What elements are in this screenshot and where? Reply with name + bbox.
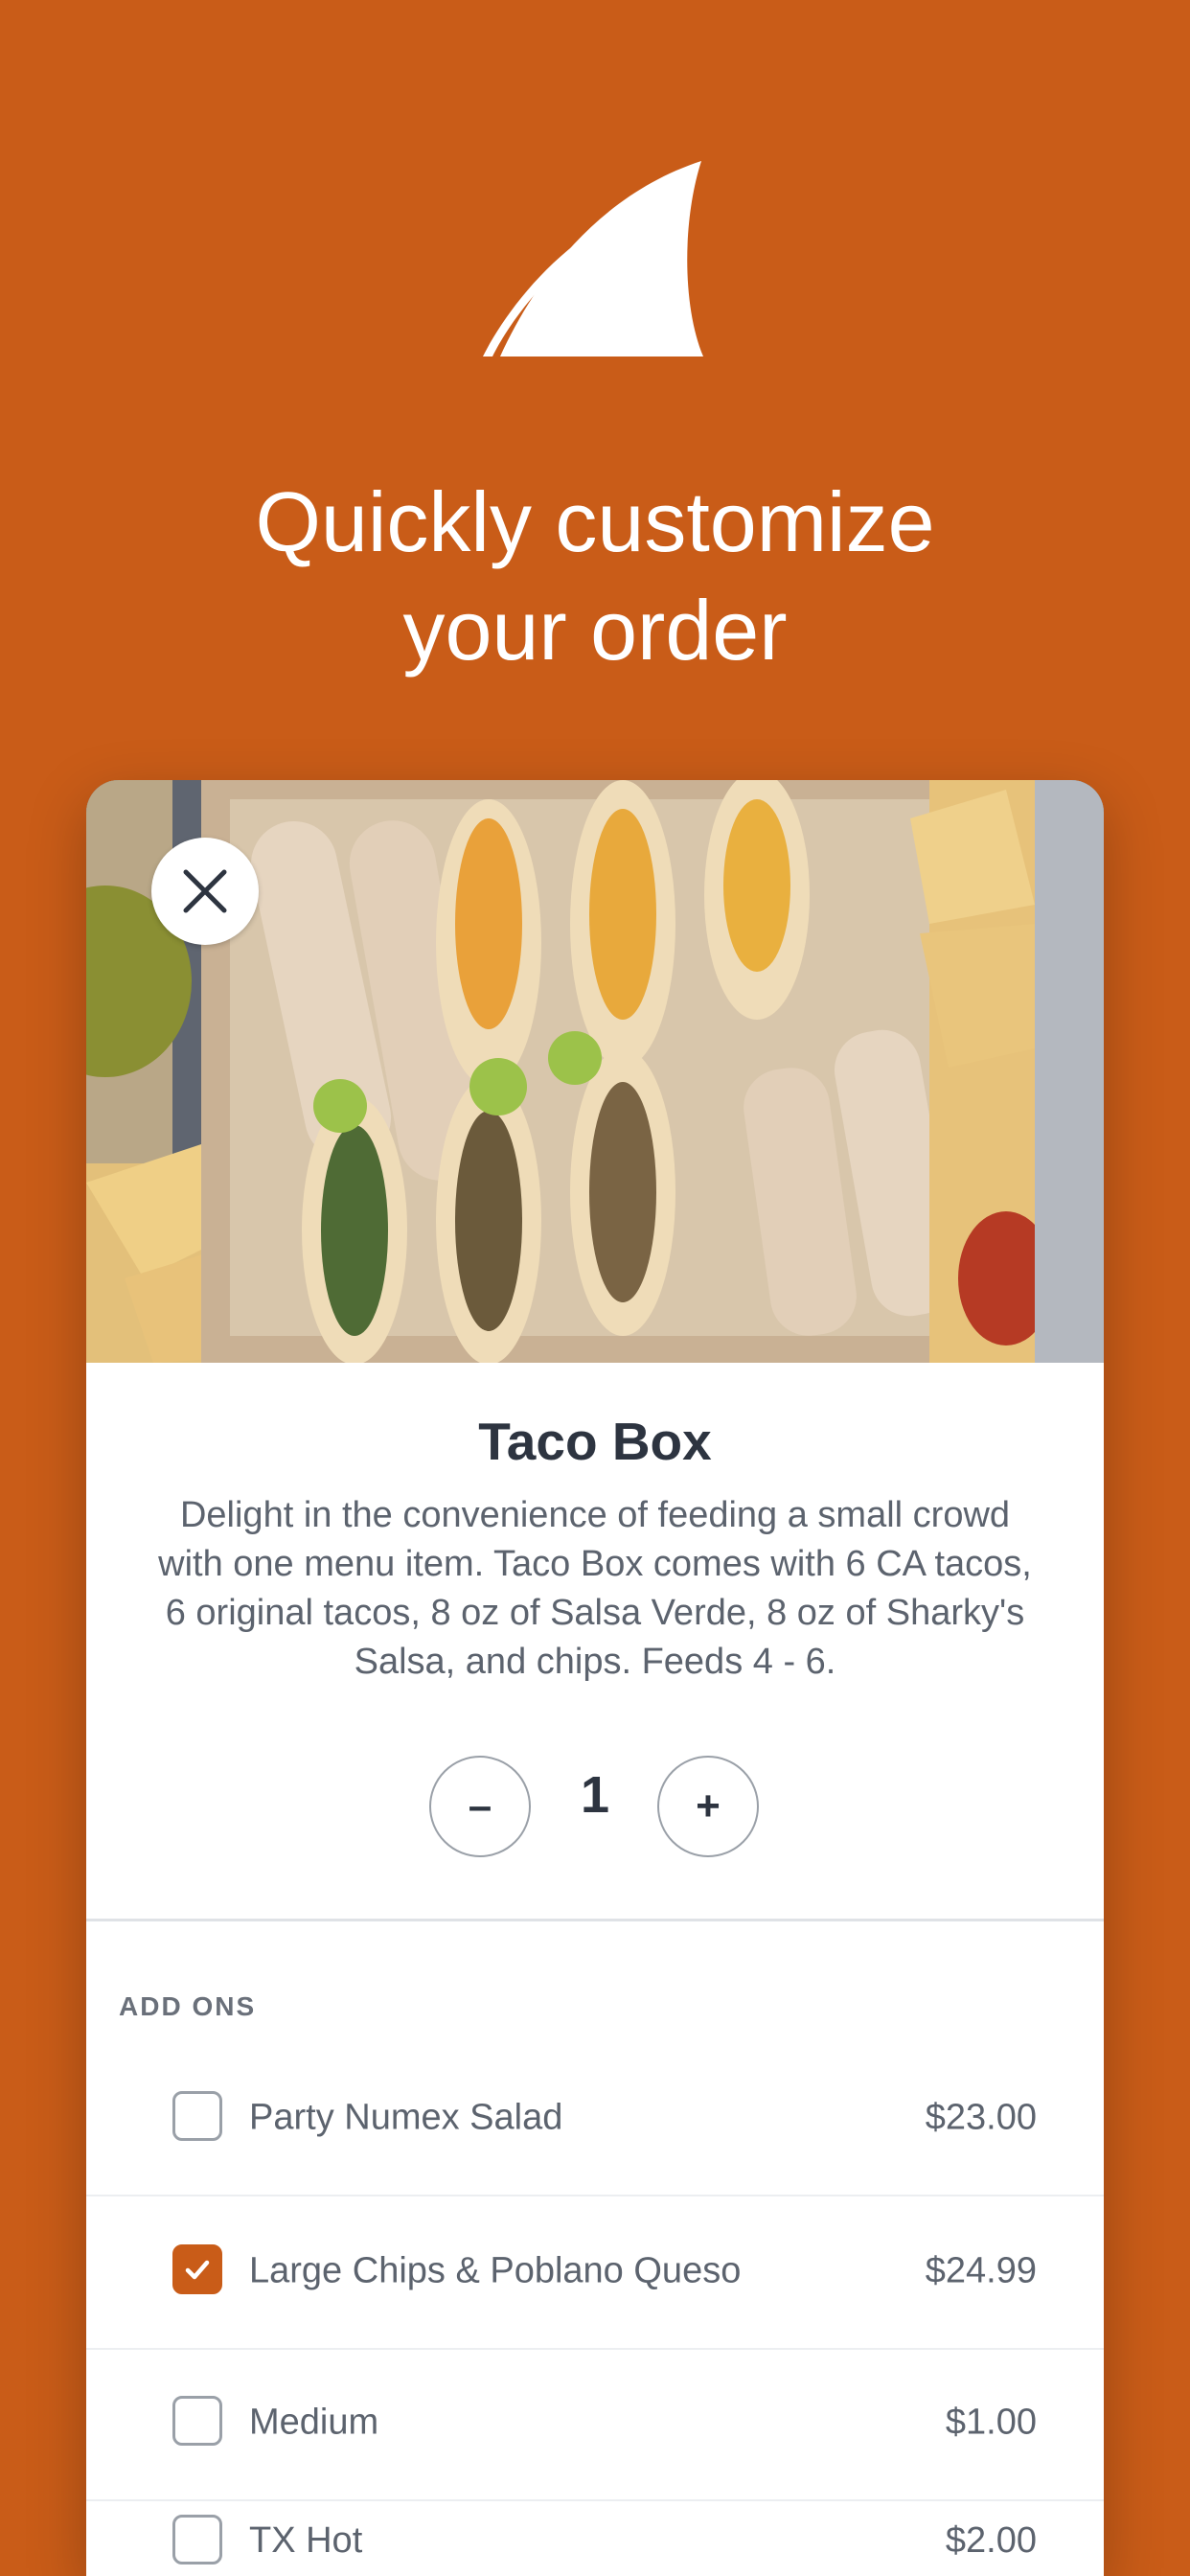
product-description: Delight in the convenience of feeding a …: [158, 1495, 1032, 1682]
checkmark-icon: [185, 2260, 210, 2280]
product-title: Taco Box: [478, 1412, 712, 1471]
quantity-value: 1: [580, 1766, 610, 1824]
addon-row-tx-hot[interactable]: TX Hot $2.00: [86, 2496, 1104, 2576]
decrease-quantity-button[interactable]: –: [429, 1756, 531, 1857]
addon-checkbox-checked[interactable]: [172, 2244, 222, 2294]
addon-price: $24.99: [925, 2250, 1037, 2291]
addon-name: Party Numex Salad: [249, 2097, 563, 2138]
quantity-stepper: – 1 +: [86, 1756, 1104, 1857]
addon-checkbox[interactable]: [172, 2091, 222, 2141]
addon-price: $1.00: [945, 2402, 1037, 2443]
headline-line-1: Quickly customize: [255, 474, 935, 569]
addon-row-party-numex-salad[interactable]: Party Numex Salad $23.00: [86, 2041, 1104, 2196]
addon-row-large-chips-poblano-queso[interactable]: Large Chips & Poblano Queso $24.99: [86, 2195, 1104, 2350]
addon-price: $23.00: [925, 2097, 1037, 2138]
shark-fin-icon: [464, 153, 713, 366]
addon-row-medium[interactable]: Medium $1.00: [86, 2346, 1104, 2501]
close-icon: [183, 869, 227, 913]
increase-quantity-button[interactable]: +: [657, 1756, 759, 1857]
product-card: Taco Box Delight in the convenience of f…: [86, 780, 1104, 2576]
addon-price: $2.00: [945, 2520, 1037, 2561]
addon-checkbox[interactable]: [172, 2396, 222, 2446]
section-divider: [86, 1919, 1104, 1921]
addon-name: Large Chips & Poblano Queso: [249, 2250, 742, 2291]
headline: Quickly customize your order: [0, 468, 1190, 684]
addon-checkbox[interactable]: [172, 2515, 222, 2564]
addon-name: Medium: [249, 2402, 379, 2443]
addons-section-label: ADD ONS: [119, 1991, 257, 2021]
addon-name: TX Hot: [249, 2520, 363, 2561]
close-button[interactable]: [151, 838, 259, 945]
headline-line-2: your order: [402, 583, 788, 678]
